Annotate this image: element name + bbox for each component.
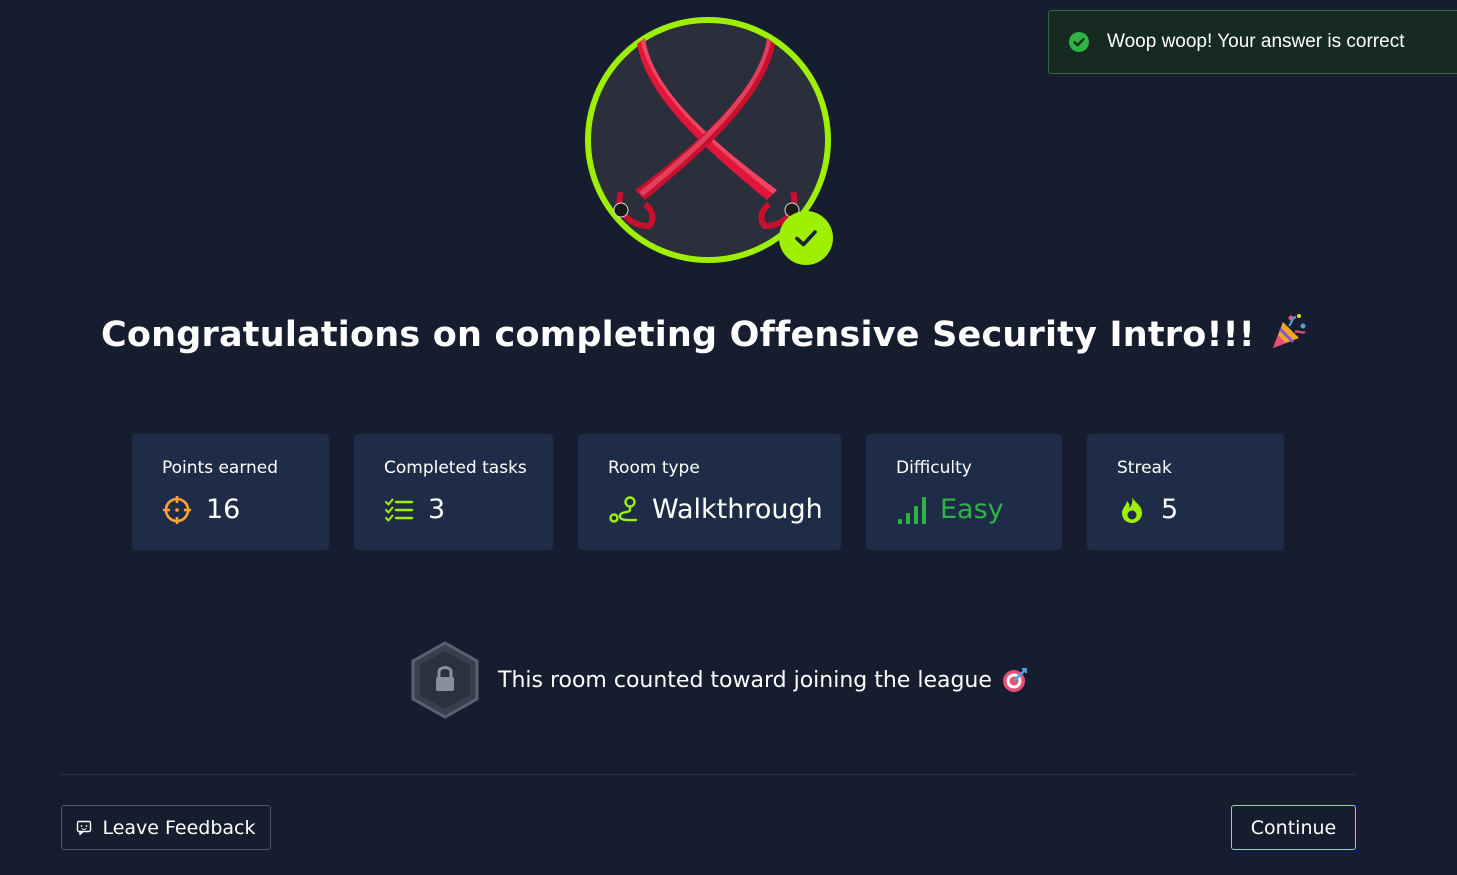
league-text: This room counted toward joining the lea… [498, 667, 992, 693]
success-toast[interactable]: Woop woop! Your answer is correct [1048, 10, 1457, 74]
stat-value: Easy [940, 494, 1004, 525]
crosshair-icon [162, 495, 192, 525]
stat-label: Points earned [162, 458, 279, 478]
stat-card-points: Points earned 16 [132, 434, 329, 550]
stat-label: Difficulty [896, 458, 972, 478]
stat-card-difficulty: Difficulty Easy [866, 434, 1062, 550]
continue-button[interactable]: Continue [1231, 805, 1356, 850]
feedback-icon [77, 820, 92, 835]
check-icon [795, 230, 817, 247]
stat-value: Walkthrough [652, 494, 823, 525]
page-title: Congratulations on completing Offensive … [101, 315, 1255, 355]
route-icon [608, 495, 638, 525]
stat-value: 5 [1161, 494, 1179, 525]
footer-divider [61, 774, 1356, 775]
stat-value: 3 [428, 494, 446, 525]
leave-feedback-button[interactable]: Leave Feedback [61, 805, 271, 850]
target-icon [1002, 667, 1028, 693]
locked-hexagon-icon [411, 641, 479, 719]
stat-card-streak: Streak 5 [1087, 434, 1284, 550]
stat-label: Room type [608, 458, 700, 478]
checklist-icon [384, 495, 414, 525]
congrats-heading: Congratulations on completing Offensive … [0, 312, 1410, 355]
continue-label: Continue [1250, 816, 1337, 839]
completed-check-badge [779, 211, 833, 265]
stat-value: 16 [206, 494, 241, 525]
stat-card-tasks: Completed tasks 3 [354, 434, 553, 550]
leave-feedback-label: Leave Feedback [102, 816, 256, 839]
stat-label: Streak [1117, 458, 1172, 478]
stat-label: Completed tasks [384, 458, 527, 478]
flame-icon [1117, 495, 1147, 525]
party-popper-icon [1269, 312, 1309, 352]
room-complete-screen: Woop woop! Your answer is correct Congra… [0, 0, 1457, 875]
league-notice: This room counted toward joining the lea… [410, 641, 1028, 719]
toast-message: Woop woop! Your answer is correct [1107, 31, 1405, 52]
stat-card-room-type: Room type Walkthrough [578, 434, 841, 550]
check-circle-icon [1069, 32, 1089, 52]
signal-bars-icon [896, 495, 926, 525]
